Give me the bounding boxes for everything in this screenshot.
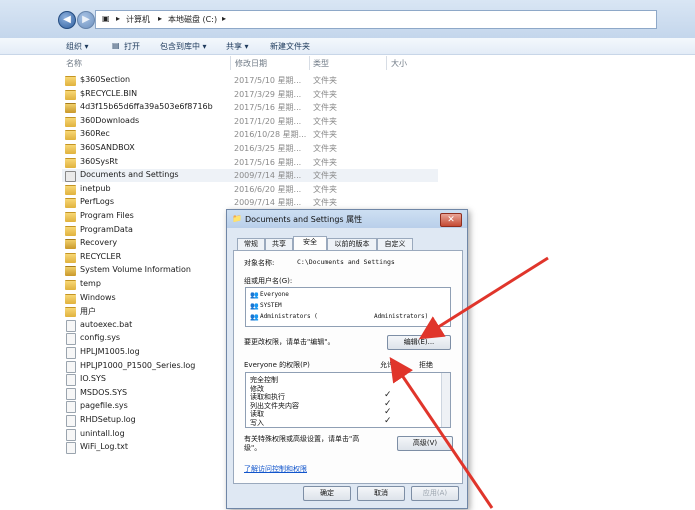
- arrow-to-allow-column: [389, 357, 494, 509]
- arrow-to-edit-button: [418, 256, 549, 340]
- annotation-arrows: [389, 256, 549, 509]
